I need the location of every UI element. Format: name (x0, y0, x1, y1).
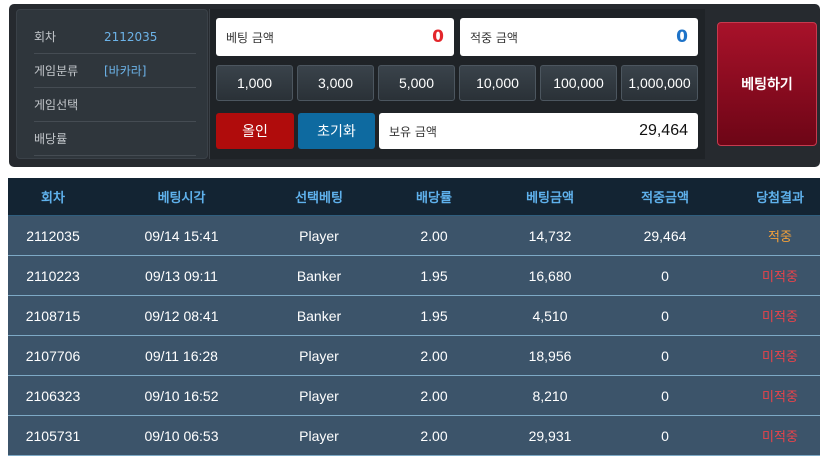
cell-round: 2112035 (26, 227, 80, 244)
place-bet-button[interactable]: 베팅하기 (717, 22, 817, 146)
bet-amount-label: 베팅 금액 (226, 30, 274, 45)
info-row-round: 회차 2112035 (34, 20, 196, 54)
info-label: 회차 (34, 30, 57, 44)
info-row-game-category: 게임분류 [바카라] (34, 54, 196, 88)
table-row[interactable]: 2106323 09/10 16:52 Player 2.00 8,210 0 … (8, 376, 820, 416)
bet-amount-field: 베팅 금액 0 (216, 18, 454, 56)
cell-round: 2108715 (25, 307, 81, 324)
chip-3000-button[interactable]: 3,000 (297, 65, 374, 101)
cell-result: 미적중 (762, 350, 798, 365)
balance-label: 보유 금액 (389, 124, 437, 139)
game-info-box: 회차 2112035 게임분류 [바카라] 게임선택 배당률 (16, 9, 208, 159)
bet-controls: 베팅 금액 0 적중 금액 0 1,000 3,000 5,000 10,000… (209, 9, 705, 159)
table-row[interactable]: 2108715 09/12 08:41 Banker 1.95 4,510 0 … (8, 296, 820, 336)
cell-result: 미적중 (762, 390, 798, 405)
chip-1000000-button[interactable]: 1,000,000 (621, 65, 698, 101)
header-odds: 배당률 (416, 191, 452, 206)
cell-pick: Player (299, 387, 339, 404)
cell-result: 미적중 (762, 270, 798, 285)
cell-win-amount: 29,464 (643, 227, 687, 244)
win-amount-value: 0 (676, 27, 688, 47)
cell-round: 2107706 (25, 347, 81, 364)
cell-bet-time: 09/10 16:52 (144, 387, 219, 404)
info-label: 게임분류 (34, 64, 79, 78)
cell-round: 2110223 (26, 267, 80, 284)
cell-bet-amount: 8,210 (532, 387, 568, 404)
cell-bet-time: 09/14 15:41 (144, 227, 219, 244)
chip-100000-button[interactable]: 100,000 (540, 65, 617, 101)
bet-amount-value: 0 (432, 27, 444, 47)
cell-bet-time: 09/10 06:53 (144, 427, 219, 444)
table-row[interactable]: 2105731 09/10 06:53 Player 2.00 29,931 0… (8, 416, 820, 456)
info-row-game-selection: 게임선택 (34, 88, 196, 122)
cell-pick: Player (299, 227, 339, 244)
cell-pick: Player (299, 427, 339, 444)
cell-odds: 2.00 (420, 227, 448, 244)
cell-win-amount: 0 (661, 267, 669, 284)
cell-win-amount: 0 (661, 307, 669, 324)
header-bet-amount: 베팅금액 (526, 191, 574, 206)
info-label: 배당률 (34, 132, 68, 146)
cell-bet-amount: 16,680 (528, 267, 572, 284)
header-bet-time: 베팅시각 (157, 191, 206, 206)
table-row[interactable]: 2107706 09/11 16:28 Player 2.00 18,956 0… (8, 336, 820, 376)
cell-bet-time: 09/12 08:41 (144, 307, 219, 324)
cell-bet-amount: 4,510 (532, 307, 568, 324)
header-result: 당첨결과 (756, 191, 804, 206)
table-row[interactable]: 2112035 09/14 15:41 Player 2.00 14,732 2… (8, 216, 820, 256)
cell-odds: 1.95 (420, 267, 448, 284)
balance-field: 보유 금액 29,464 (379, 113, 698, 149)
win-amount-field: 적중 금액 0 (460, 18, 698, 56)
all-in-button[interactable]: 올인 (216, 113, 294, 149)
header-win-amount: 적중금액 (641, 191, 689, 206)
win-amount-label: 적중 금액 (470, 30, 518, 45)
cell-bet-time: 09/13 09:11 (145, 267, 218, 284)
info-value: 2112035 (104, 29, 158, 44)
info-row-odds: 배당률 (34, 122, 196, 156)
cell-bet-amount: 29,931 (528, 427, 572, 444)
cell-pick: Banker (296, 307, 342, 324)
cell-bet-time: 09/11 16:28 (145, 347, 218, 364)
cell-win-amount: 0 (661, 427, 669, 444)
table-header: 회차 베팅시각 선택베팅 배당률 베팅금액 적중금액 당첨결과 (8, 178, 820, 216)
chip-5000-button[interactable]: 5,000 (378, 65, 455, 101)
reset-button[interactable]: 초기화 (298, 113, 375, 149)
cell-bet-amount: 18,956 (528, 347, 572, 364)
cell-odds: 1.95 (420, 307, 448, 324)
cell-pick: Banker (296, 267, 342, 284)
cell-round: 2106323 (25, 387, 81, 404)
balance-value: 29,464 (639, 122, 688, 139)
table-row[interactable]: 2110223 09/13 09:11 Banker 1.95 16,680 0… (8, 256, 820, 296)
cell-bet-amount: 14,732 (528, 227, 572, 244)
bet-history-table: 회차 베팅시각 선택베팅 배당률 베팅금액 적중금액 당첨결과 2112035 … (8, 178, 820, 461)
cell-odds: 2.00 (420, 347, 448, 364)
cell-round: 2105731 (25, 427, 81, 444)
cell-result: 적중 (768, 230, 792, 245)
cell-odds: 2.00 (420, 427, 448, 444)
header-pick: 선택베팅 (295, 191, 343, 206)
cell-win-amount: 0 (661, 387, 669, 404)
cell-odds: 2.00 (420, 387, 448, 404)
cell-result: 미적중 (762, 310, 798, 325)
cell-pick: Player (299, 347, 339, 364)
chip-1000-button[interactable]: 1,000 (216, 65, 293, 101)
cell-win-amount: 0 (661, 347, 669, 364)
info-label: 게임선택 (34, 98, 79, 112)
cell-result: 미적중 (762, 430, 798, 445)
chip-10000-button[interactable]: 10,000 (459, 65, 536, 101)
header-round: 회차 (41, 191, 65, 206)
betting-panel: 회차 2112035 게임분류 [바카라] 게임선택 배당률 베팅 금액 0 적… (9, 4, 820, 167)
info-value: [바카라] (104, 64, 147, 78)
